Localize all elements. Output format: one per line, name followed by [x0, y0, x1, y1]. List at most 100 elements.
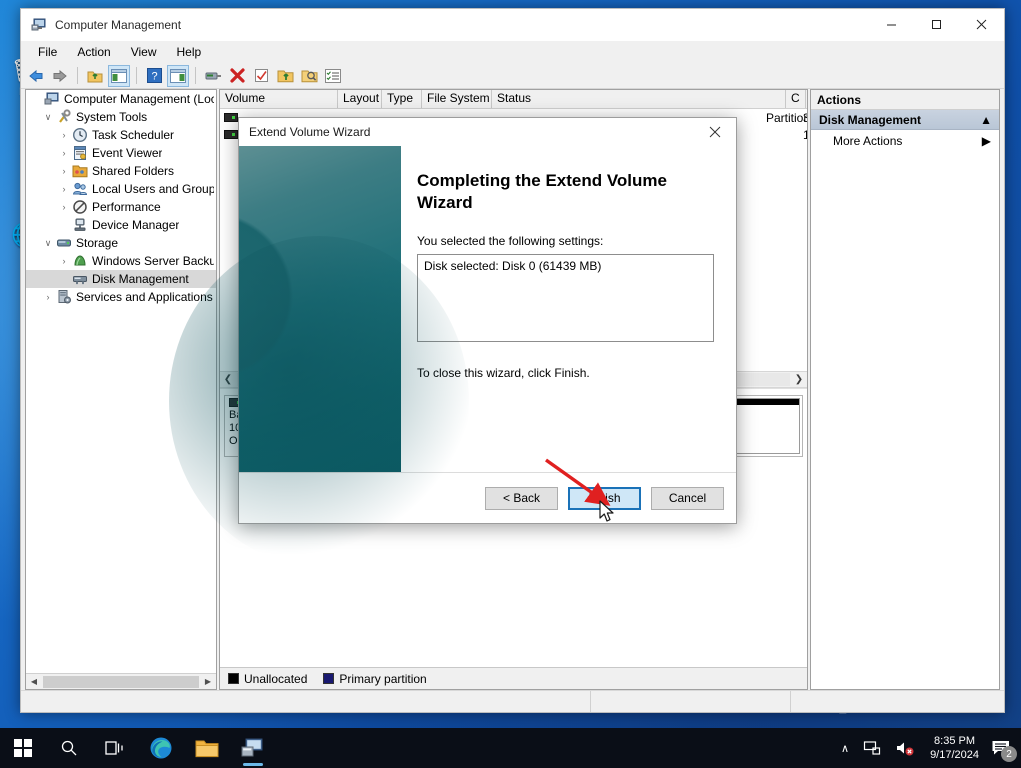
tree-item-shared-folders[interactable]: › Shared Folders: [26, 162, 216, 180]
tree-item-computer-management[interactable]: Computer Management (Local: [26, 90, 216, 108]
twisty-icon[interactable]: ›: [56, 130, 72, 140]
storage-icon: [56, 235, 72, 251]
window-title: Computer Management: [55, 17, 182, 32]
tree-item-label: Event Viewer: [92, 146, 163, 160]
tree-item-disk-management[interactable]: Disk Management: [26, 270, 216, 288]
delete-icon[interactable]: [226, 65, 248, 87]
twisty-icon[interactable]: ›: [56, 256, 72, 266]
wizard-subtitle: You selected the following settings:: [417, 234, 604, 248]
actions-group-disk-management[interactable]: Disk Management ▲: [811, 110, 999, 130]
network-icon[interactable]: [856, 728, 888, 768]
computer-management-taskbar-button[interactable]: [230, 728, 276, 768]
taskbar-clock[interactable]: 8:35 PM 9/17/2024: [922, 728, 987, 768]
disk-management-icon: [72, 271, 88, 287]
twisty-icon[interactable]: ›: [56, 148, 72, 158]
menu-file[interactable]: File: [29, 43, 66, 61]
status-segment: [591, 691, 791, 712]
users-icon: [72, 181, 88, 197]
minimize-button[interactable]: [869, 9, 914, 40]
search-button[interactable]: [46, 728, 92, 768]
twisty-icon[interactable]: ∨: [40, 112, 56, 123]
chevron-up-icon[interactable]: ▲: [980, 113, 992, 127]
window-status-bar: [21, 690, 1004, 712]
legend-swatch-unallocated: [228, 673, 239, 684]
column-header-file-system[interactable]: File System: [422, 90, 492, 108]
finish-button[interactable]: Finish: [568, 486, 641, 510]
tree-item-services-and-applications[interactable]: › Services and Applications: [26, 288, 216, 306]
back-button[interactable]: < Back: [485, 486, 558, 510]
tools-icon: [56, 109, 72, 125]
help-icon[interactable]: ?: [143, 65, 165, 87]
column-header-type[interactable]: Type: [382, 90, 422, 108]
wizard-close-button[interactable]: [694, 119, 736, 146]
up-folder-icon[interactable]: [84, 65, 106, 87]
actions-pane: Actions Disk Management ▲ More Actions ▶: [810, 89, 1000, 690]
properties-icon[interactable]: [202, 65, 224, 87]
status-segment: [791, 691, 1004, 712]
wizard-settings-listbox[interactable]: Disk selected: Disk 0 (61439 MB): [417, 254, 714, 342]
chevron-right-icon[interactable]: ▶: [982, 134, 991, 148]
show-hide-console-tree-icon[interactable]: [108, 64, 130, 87]
wizard-body: Completing the Extend Volume Wizard You …: [169, 146, 736, 566]
tree-item-task-scheduler[interactable]: › Task Scheduler: [26, 126, 216, 144]
wizard-title: Extend Volume Wizard: [249, 125, 371, 139]
cancel-button[interactable]: Cancel: [651, 486, 724, 510]
actions-pane-title: Actions: [811, 90, 999, 110]
checklist-icon[interactable]: [322, 65, 344, 87]
tree-item-system-tools[interactable]: ∨ System Tools: [26, 108, 216, 126]
tree-item-storage[interactable]: ∨ Storage: [26, 234, 216, 252]
tree-item-performance[interactable]: › Performance: [26, 198, 216, 216]
scroll-right-arrow-icon[interactable]: ▶: [200, 677, 216, 686]
forward-arrow-icon[interactable]: [49, 65, 71, 87]
close-button[interactable]: [959, 9, 1004, 40]
disk-legend: Unallocated Primary partition: [220, 667, 807, 689]
column-header-status[interactable]: Status: [492, 90, 786, 108]
volume-status-tail: Partition): [766, 110, 807, 125]
notification-count-badge: 2: [1001, 746, 1017, 762]
start-button[interactable]: [0, 728, 46, 768]
tree-item-windows-server-backup[interactable]: › Windows Server Backup: [26, 252, 216, 270]
tray-chevron-up-icon[interactable]: ∧: [834, 728, 856, 768]
menu-action[interactable]: Action: [68, 43, 119, 61]
status-segment: [21, 691, 591, 712]
action-more-actions[interactable]: More Actions ▶: [811, 130, 999, 152]
file-explorer-taskbar-button[interactable]: [184, 728, 230, 768]
twisty-icon[interactable]: ›: [56, 184, 72, 194]
find-icon[interactable]: [298, 65, 320, 87]
tree-item-label: Performance: [92, 200, 161, 214]
show-hide-action-pane-icon[interactable]: [167, 64, 189, 87]
notification-center-button[interactable]: 2: [987, 728, 1021, 768]
tree-item-event-viewer[interactable]: › Event Viewer: [26, 144, 216, 162]
services-icon: [56, 289, 72, 305]
menu-view[interactable]: View: [122, 43, 166, 61]
twisty-icon[interactable]: ›: [56, 166, 72, 176]
refresh-icon[interactable]: [250, 65, 272, 87]
performance-icon: [72, 199, 88, 215]
twisty-icon[interactable]: ∨: [40, 238, 56, 249]
wizard-banner-image: [169, 146, 469, 566]
tree-item-label: Shared Folders: [92, 164, 175, 178]
tree-item-device-manager[interactable]: Device Manager: [26, 216, 216, 234]
menu-help[interactable]: Help: [168, 43, 211, 61]
wizard-titlebar: Extend Volume Wizard: [239, 118, 736, 146]
scroll-left-arrow-icon[interactable]: ◀: [26, 677, 42, 686]
back-arrow-icon[interactable]: [25, 65, 47, 87]
task-view-button[interactable]: [92, 728, 138, 768]
tree-item-local-users-and-groups[interactable]: › Local Users and Groups: [26, 180, 216, 198]
legend-swatch-primary: [323, 673, 335, 684]
clock-icon: [72, 127, 88, 143]
tree-horizontal-scrollbar[interactable]: ◀ ▶: [26, 673, 216, 689]
scroll-right-arrow-icon[interactable]: ❯: [791, 374, 807, 385]
maximize-button[interactable]: [914, 9, 959, 40]
volume-muted-icon[interactable]: [888, 728, 922, 768]
tree-item-label: Local Users and Groups: [92, 182, 214, 196]
column-header-layout[interactable]: Layout: [338, 90, 382, 108]
edge-taskbar-button[interactable]: [138, 728, 184, 768]
column-header-capacity[interactable]: C: [786, 90, 806, 108]
twisty-icon[interactable]: ›: [56, 202, 72, 212]
scrollbar-thumb[interactable]: [43, 675, 199, 688]
export-list-icon[interactable]: [274, 65, 296, 87]
backup-icon: [72, 253, 88, 269]
twisty-icon[interactable]: ›: [40, 292, 56, 302]
column-header-volume[interactable]: Volume: [220, 90, 338, 108]
